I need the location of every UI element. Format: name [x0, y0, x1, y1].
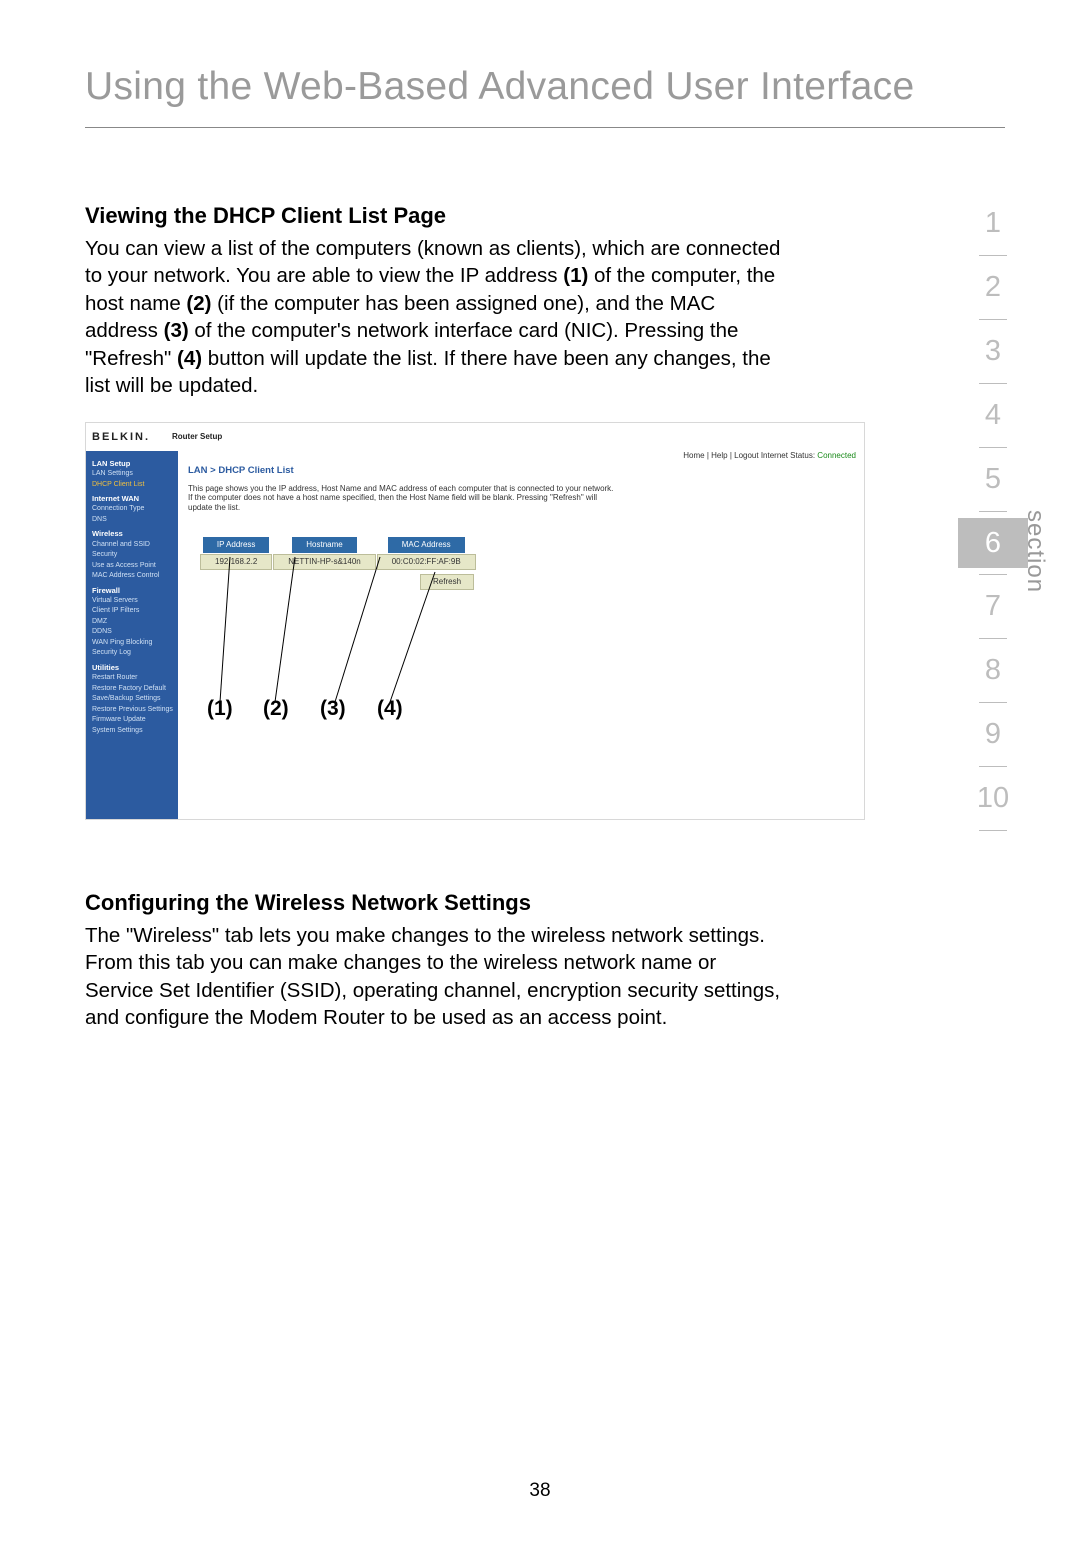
section-nav-item-10[interactable]: 10 [958, 767, 1028, 830]
belkin-logo: BELKIN. [92, 431, 150, 443]
section1-paragraph: You can view a list of the computers (kn… [85, 235, 790, 400]
sidebar-item[interactable]: Channel and SSID [92, 540, 174, 551]
sidebar-item[interactable]: Internet WAN [92, 493, 174, 504]
sidebar-item[interactable]: MAC Address Control [92, 571, 174, 582]
col-host-header: Hostname [292, 537, 356, 553]
section-nav-item-9[interactable]: 9 [958, 703, 1028, 766]
section-nav: 12345 6 78910 [958, 192, 1028, 831]
col-ip-header: IP Address [203, 537, 270, 553]
ss-description: This page shows you the IP address, Host… [188, 484, 618, 513]
sidebar-item[interactable]: Utilities [92, 662, 174, 673]
section-nav-item-6[interactable]: 6 [958, 518, 1028, 568]
col-mac-cell: 00:C0:02:FF:AF:9B [377, 554, 476, 570]
sidebar-item[interactable]: Firewall [92, 585, 174, 596]
col-mac-header: MAC Address [388, 537, 465, 553]
section2-paragraph: The "Wireless" tab lets you make changes… [85, 922, 790, 1032]
main-content: Viewing the DHCP Client List Page You ca… [0, 128, 790, 1032]
ss-sidebar: LAN SetupLAN SettingsDHCP Client List Int… [86, 451, 178, 819]
section-nav-item-4[interactable]: 4 [958, 384, 1028, 447]
section-nav-item-8[interactable]: 8 [958, 639, 1028, 702]
callout-1: (1) [207, 697, 233, 721]
sidebar-item[interactable]: DMZ [92, 617, 174, 628]
sidebar-item[interactable]: Wireless [92, 528, 174, 539]
section-label: section [1021, 510, 1049, 593]
section-nav-item-5[interactable]: 5 [958, 448, 1028, 511]
sidebar-item[interactable]: System Settings [92, 726, 174, 737]
sidebar-item[interactable]: Use as Access Point [92, 561, 174, 572]
section1-heading: Viewing the DHCP Client List Page [85, 203, 790, 229]
callout-2: (2) [263, 697, 289, 721]
screenshot-wrap: BELKIN. Router Setup Home | Help | Logou… [85, 422, 865, 820]
sidebar-item[interactable]: WAN Ping Blocking [92, 638, 174, 649]
sidebar-item[interactable]: LAN Setup [92, 458, 174, 469]
section2-heading: Configuring the Wireless Network Setting… [85, 890, 790, 916]
callout-3: (3) [320, 697, 346, 721]
sidebar-item[interactable]: Security Log [92, 648, 174, 659]
sidebar-item[interactable]: Restore Factory Default [92, 684, 174, 695]
col-host-cell: NETTIN-HP-s&140n [273, 554, 375, 570]
sidebar-item[interactable]: Client IP Filters [92, 606, 174, 617]
ss-table: IP Address 192.168.2.2 Hostname NETTIN-H… [200, 537, 854, 570]
sidebar-item[interactable]: Security [92, 550, 174, 561]
section-nav-item-2[interactable]: 2 [958, 256, 1028, 319]
section-nav-item-7[interactable]: 7 [958, 575, 1028, 638]
sidebar-item[interactable]: Virtual Servers [92, 596, 174, 607]
router-screenshot: BELKIN. Router Setup Home | Help | Logou… [85, 422, 865, 820]
ss-main: LAN > DHCP Client List This page shows y… [178, 451, 864, 819]
col-ip-cell: 192.168.2.2 [200, 554, 272, 570]
section-nav-item-1[interactable]: 1 [958, 192, 1028, 255]
section-nav-item-3[interactable]: 3 [958, 320, 1028, 383]
sidebar-item[interactable]: Connection Type [92, 504, 174, 515]
sidebar-item[interactable]: DNS [92, 515, 174, 526]
sidebar-item[interactable]: Restart Router [92, 673, 174, 684]
section-nav-divider [979, 511, 1007, 512]
sidebar-item[interactable]: DDNS [92, 627, 174, 638]
ss-breadcrumb: LAN > DHCP Client List [188, 465, 854, 476]
ss-topbar: BELKIN. Router Setup [86, 423, 864, 451]
refresh-button[interactable]: Refresh [420, 574, 474, 590]
section-nav-divider [979, 830, 1007, 831]
ss-header-center: Router Setup [172, 432, 222, 441]
page-title: Using the Web-Based Advanced User Interf… [0, 0, 1080, 119]
sidebar-item[interactable]: LAN Settings [92, 469, 174, 480]
callout-4: (4) [377, 697, 403, 721]
sidebar-item[interactable]: DHCP Client List [92, 480, 174, 491]
page-number: 38 [0, 1480, 1080, 1502]
callout-labels: (1) (2) (3) (4) [85, 697, 865, 721]
